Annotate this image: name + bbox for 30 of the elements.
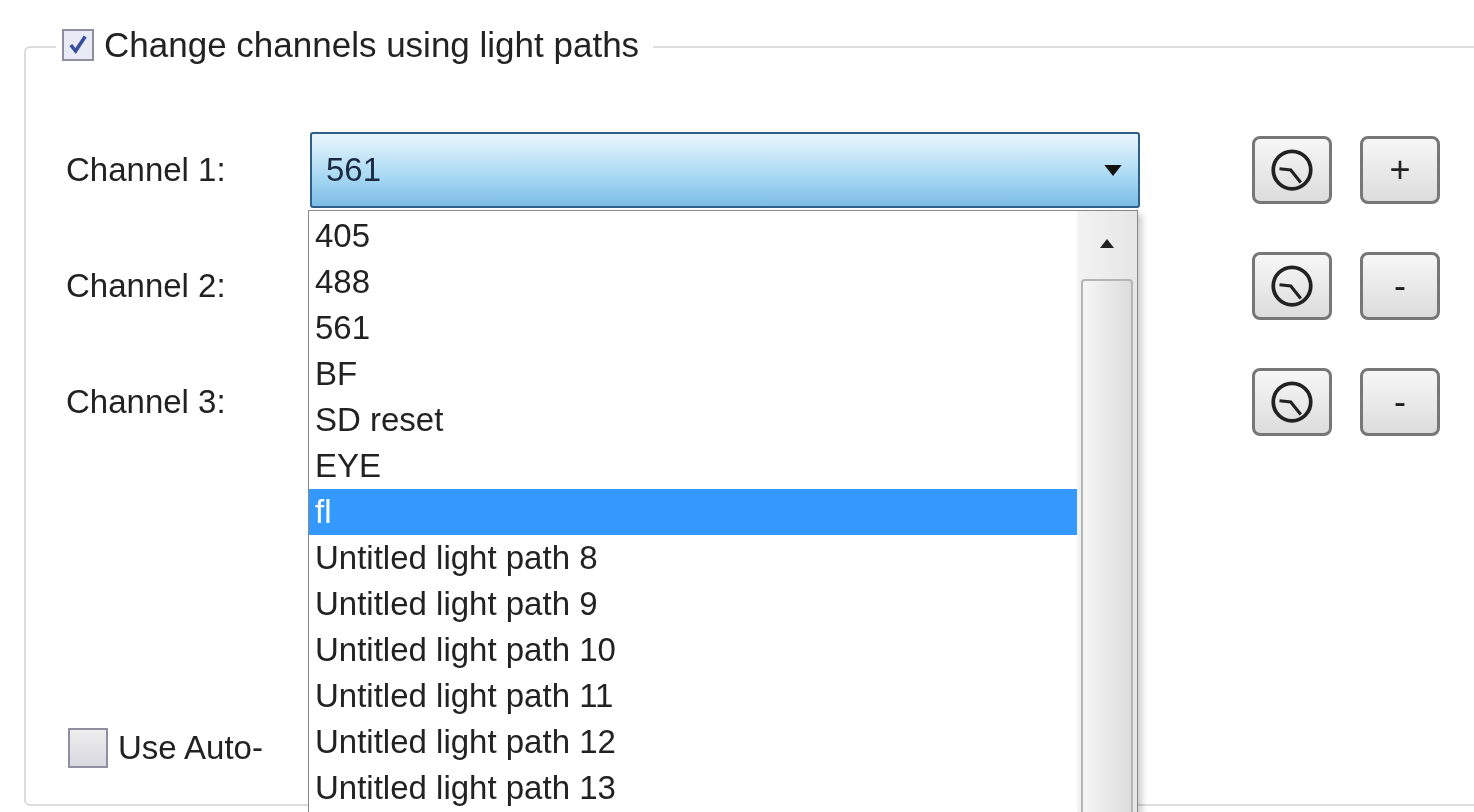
channel-label: Channel 3: <box>66 383 227 421</box>
dropdown-option[interactable]: 405 <box>309 213 1077 259</box>
dropdown-option[interactable]: EYE <box>309 443 1077 489</box>
dropdown-option[interactable]: 488 <box>309 259 1077 305</box>
dropdown-option[interactable]: Untitled light path 8 <box>309 535 1077 581</box>
clock-button[interactable] <box>1252 252 1332 320</box>
dropdown-option[interactable]: Untitled light path 10 <box>309 627 1077 673</box>
dropdown-option[interactable]: Untitled light path 13 <box>309 765 1077 811</box>
channel-label: Channel 1: <box>66 151 227 189</box>
checkbox[interactable] <box>68 728 108 768</box>
caret-icon <box>1102 163 1124 177</box>
dropdown-option[interactable]: Untitled light path 9 <box>309 581 1077 627</box>
clock-button[interactable] <box>1252 368 1332 436</box>
dropdown-option[interactable]: Untitled light path 12 <box>309 719 1077 765</box>
checkbox-label: Change channels using light paths <box>104 24 640 66</box>
add-button[interactable]: + <box>1360 136 1440 204</box>
channel-dropdown[interactable]: 561 <box>310 132 1140 208</box>
scroll-up-icon[interactable] <box>1097 237 1117 249</box>
dropdown-option[interactable]: Untitled light path 11 <box>309 673 1077 719</box>
dropdown-option[interactable]: SD reset <box>309 397 1077 443</box>
remove-button[interactable]: - <box>1360 252 1440 320</box>
scroll-thumb[interactable] <box>1081 279 1133 812</box>
dropdown-option[interactable]: 561 <box>309 305 1077 351</box>
checkbox-label: Use Auto- <box>118 729 263 767</box>
dropdown-option[interactable]: BF <box>309 351 1077 397</box>
remove-button[interactable]: - <box>1360 368 1440 436</box>
channel-label: Channel 2: <box>66 267 227 305</box>
clock-button[interactable] <box>1252 136 1332 204</box>
scrollbar[interactable] <box>1077 211 1137 812</box>
checkbox[interactable] <box>62 29 94 61</box>
